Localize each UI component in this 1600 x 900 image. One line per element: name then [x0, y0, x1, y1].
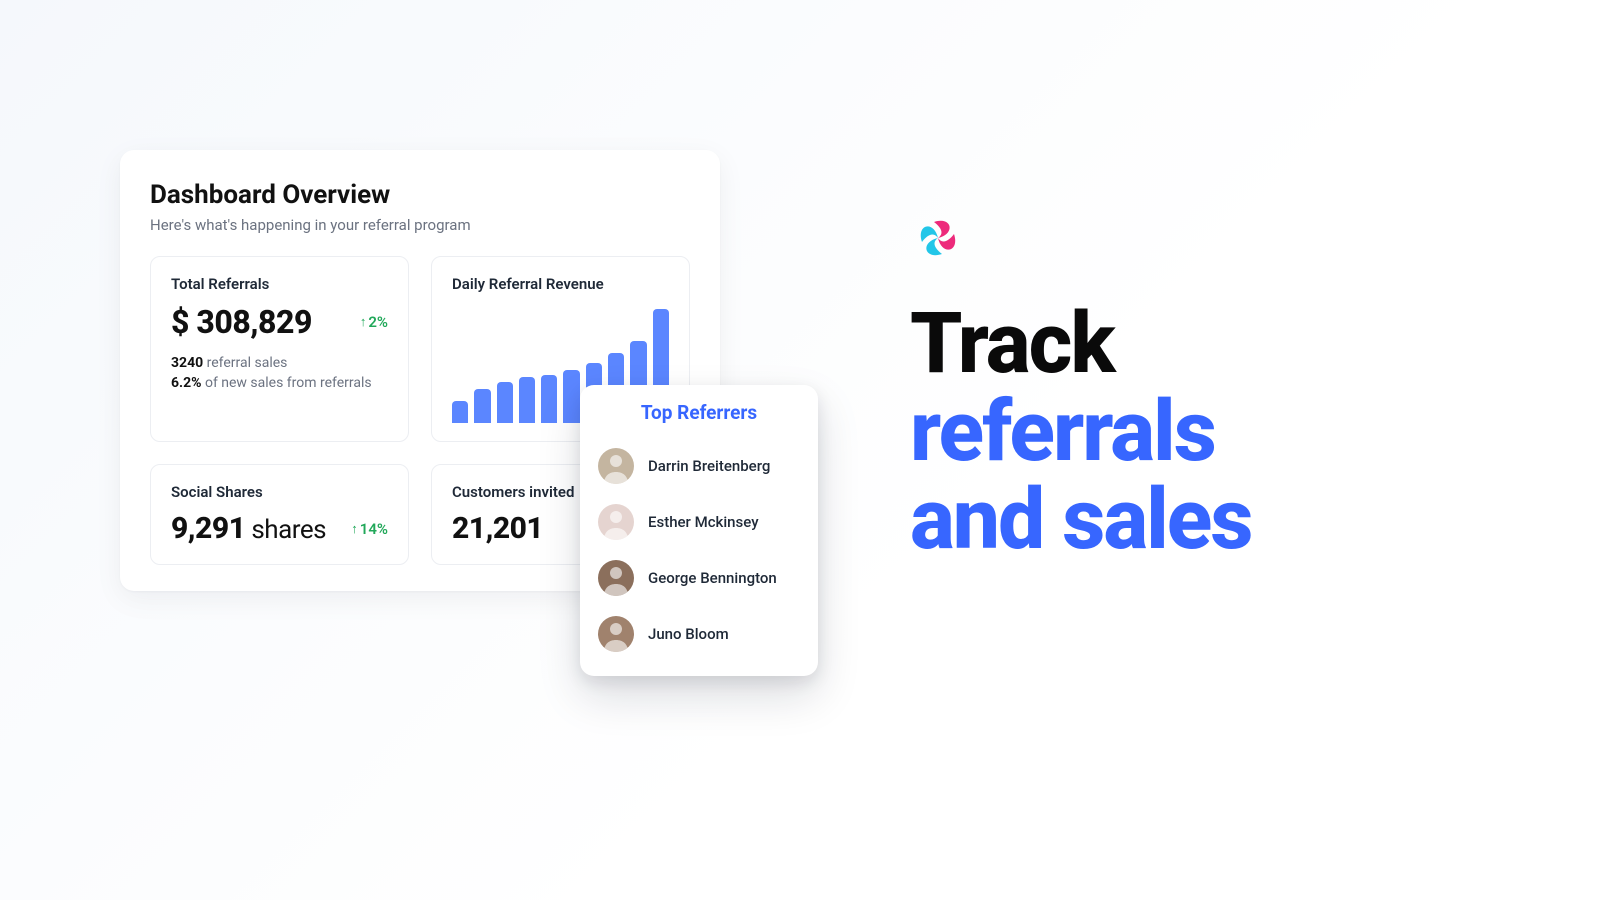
referrer-name: Juno Bloom — [648, 625, 729, 643]
total-referrals-subline-1: 3240 referral sales — [171, 355, 388, 371]
top-referrers-title: Top Referrers — [598, 401, 800, 424]
referrer-name: George Bennington — [648, 569, 777, 587]
dashboard-subtitle: Here's what's happening in your referral… — [150, 216, 690, 234]
referrer-row[interactable]: Juno Bloom — [598, 606, 800, 662]
brand-logo-icon — [910, 210, 1550, 270]
social-shares-value: 9,291 shares — [171, 511, 326, 546]
referrer-row[interactable]: Darrin Breitenberg — [598, 438, 800, 494]
referrer-row[interactable]: Esther Mckinsey — [598, 494, 800, 550]
top-referrers-card: Top Referrers Darrin Breitenberg Esther M… — [580, 385, 818, 676]
total-referrals-value: $ 308,829 — [171, 303, 312, 341]
chart-bar — [519, 377, 535, 423]
hero-headline: Track referrals and sales — [910, 300, 1550, 565]
dashboard-title: Dashboard Overview — [150, 180, 690, 210]
avatar — [598, 616, 634, 652]
hero-line-1: Track — [910, 294, 1114, 393]
avatar — [598, 504, 634, 540]
tile-label: Daily Referral Revenue — [452, 275, 669, 293]
tile-total-referrals[interactable]: Total Referrals $ 308,829 2% 3240 referr… — [150, 256, 409, 442]
avatar — [598, 448, 634, 484]
chart-bar — [497, 382, 513, 423]
chart-bar — [452, 401, 468, 423]
chart-bar — [541, 375, 557, 423]
social-shares-delta: 14% — [351, 520, 388, 538]
tile-social-shares[interactable]: Social Shares 9,291 shares 14% — [150, 464, 409, 565]
hero-section: Track referrals and sales — [910, 210, 1550, 565]
tile-label: Social Shares — [171, 483, 388, 501]
hero-line-3: and sales — [910, 470, 1251, 569]
referrer-name: Esther Mckinsey — [648, 513, 759, 531]
chart-bar — [563, 370, 579, 423]
total-referrals-subline-2: 6.2% of new sales from referrals — [171, 375, 388, 391]
referrer-row[interactable]: George Bennington — [598, 550, 800, 606]
total-referrals-delta: 2% — [360, 313, 388, 331]
chart-bar — [474, 389, 490, 423]
avatar — [598, 560, 634, 596]
referrer-name: Darrin Breitenberg — [648, 457, 770, 475]
tile-label: Total Referrals — [171, 275, 388, 293]
hero-line-2: referrals — [910, 382, 1215, 481]
